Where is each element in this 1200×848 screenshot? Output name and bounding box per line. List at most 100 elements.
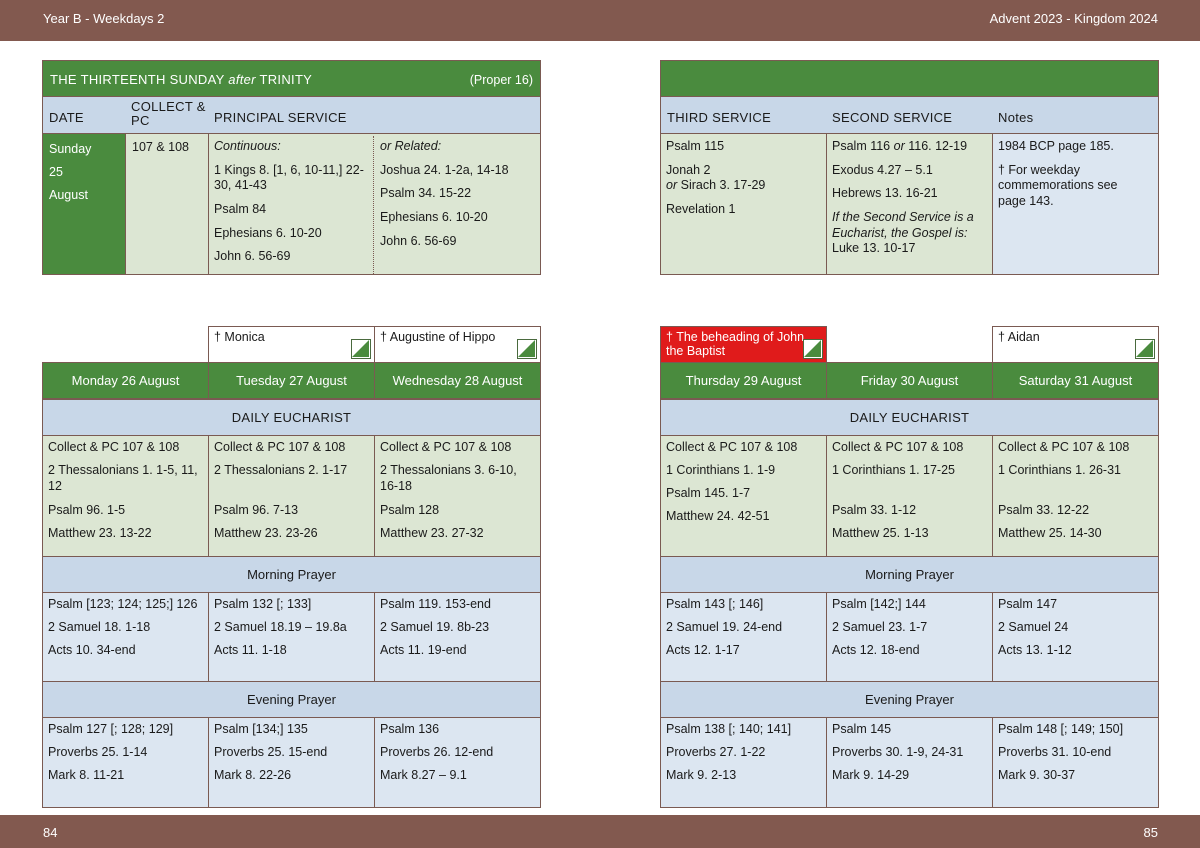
third-service-readings: Psalm 115 Jonah 2 or Sirach 3. 17-29 Rev… (666, 139, 821, 226)
commemoration-marker-icon (517, 339, 537, 359)
evening-reading: Psalm 127 [; 128; 129] (48, 722, 174, 736)
third-nt: Revelation 1 (666, 201, 736, 216)
continuous-reading-1: 1 Kings 8. [1, 6, 10-11,] 22-30, 41-43 (214, 162, 364, 193)
eucharist-reading: Collect & PC 107 & 108 (832, 440, 964, 454)
morning-reading: 2 Samuel 18.19 – 19.8a (214, 620, 347, 634)
evening-reading: Psalm 148 [; 149; 150] (998, 722, 1124, 736)
continuous-reading-3: Ephesians 6. 10-20 (214, 225, 322, 240)
date-number: 25 (49, 165, 63, 179)
evening-prayer-label: Evening Prayer (865, 692, 954, 707)
eucharist-reading: Matthew 24. 42-51 (666, 509, 770, 523)
morning-prayer-label: Morning Prayer (247, 567, 336, 582)
page-footer: 84 85 (0, 815, 1200, 848)
morning-prayer-label: Morning Prayer (865, 567, 954, 582)
morning-reading: Psalm 147 (998, 597, 1058, 611)
commemoration-label: † Augustine of Hippo (380, 330, 496, 344)
second-nt: Hebrews 13. 16-21 (832, 186, 938, 201)
evening-reading: Proverbs 31. 10-end (998, 745, 1112, 759)
morning-reading: 2 Samuel 19. 24-end (666, 620, 783, 634)
morning-reading: Acts 11. 19-end (380, 643, 467, 657)
eucharist-reading: 2 Thessalonians 2. 1-17 (214, 463, 348, 477)
commemoration-label: † Aidan (998, 330, 1040, 344)
sunday-right-title-bar (660, 60, 1159, 97)
sunday-collect-cell: 107 & 108 (125, 133, 209, 275)
morning-reading: Acts 12. 1-17 (666, 643, 740, 657)
commemoration-marker-icon (351, 339, 371, 359)
date-month: August (49, 188, 88, 202)
eucharist-reading: 1 Corinthians 1. 17-25 (832, 463, 955, 477)
page-number-right: 85 (1143, 825, 1158, 840)
morning-reading: Acts 13. 1-12 (998, 643, 1072, 657)
eucharist-reading: Psalm 96. 7-13 (214, 503, 299, 517)
evening-reading: Mark 9. 2-13 (666, 768, 737, 782)
notes-text: 1984 BCP page 185. † For weekday commemo… (998, 139, 1148, 218)
eucharist-reading: Psalm 128 (380, 503, 440, 517)
sunday-table-right: THIRD SERVICE SECOND SERVICE Notes Psalm… (660, 60, 1159, 275)
morning-reading: 2 Samuel 24 (998, 620, 1069, 634)
day-name: Monday 26 August (71, 373, 180, 388)
day-name: Saturday 31 August (1018, 373, 1133, 388)
second-ot: Exodus 4.27 – 5.1 (832, 162, 933, 177)
continuous-reading-2: Psalm 84 (214, 201, 267, 216)
second-psalm: Psalm 116 or 116. 12-19 (832, 139, 968, 153)
eucharist-reading: Matthew 23. 27-32 (380, 526, 484, 540)
day-name: Friday 30 August (860, 373, 959, 388)
day-name: Tuesday 27 August (236, 373, 347, 388)
evening-reading: Proverbs 25. 1-14 (48, 745, 148, 759)
col-second-header: SECOND SERVICE (832, 110, 953, 125)
col-collect-header: COLLECT & PC (131, 99, 206, 129)
daily-eucharist-label: DAILY EUCHARIST (231, 410, 352, 425)
collect-value: 107 & 108 (132, 140, 189, 154)
eucharist-reading: Matthew 25. 14-30 (998, 526, 1102, 540)
morning-reading: Acts 11. 1-18 (214, 643, 287, 657)
eucharist-reading: 2 Thessalonians 3. 6-10, 16-18 (380, 463, 517, 493)
related-reading-3: Ephesians 6. 10-20 (380, 209, 488, 224)
weekday-table-right: † The beheading of John the Baptist Thurs… (660, 326, 1159, 808)
eucharist-reading: Psalm 96. 1-5 (48, 503, 126, 517)
related-reading-4: John 6. 56-69 (380, 233, 457, 248)
morning-reading: Psalm [142;] 144 (832, 597, 926, 611)
eucharist-reading: Psalm 33. 12-22 (998, 503, 1090, 517)
weekday-table-left: Monday 26 August Collect & PC 107 & 108 2 … (42, 326, 541, 808)
evening-reading: Psalm 136 (380, 722, 440, 736)
morning-reading: Psalm 132 [; 133] (214, 597, 312, 611)
evening-reading: Proverbs 26. 12-end (380, 745, 494, 759)
evening-reading: Mark 8.27 – 9.1 (380, 768, 467, 782)
related-label: or Related: (380, 139, 442, 153)
date-day: Sunday (49, 142, 92, 156)
third-ot-1: Jonah 2 (666, 162, 711, 177)
evening-reading: Mark 8. 11-21 (48, 768, 125, 782)
eucharist-reading: Collect & PC 107 & 108 (666, 440, 798, 454)
evening-reading: Psalm 138 [; 140; 141] (666, 722, 792, 736)
morning-reading: Psalm [123; 124; 125;] 126 (48, 597, 198, 611)
eucharist-reading: Psalm 145. 1-7 (666, 486, 751, 500)
sunday-date-cell: Sunday 25 August (42, 133, 126, 275)
header-right-title: Advent 2023 - Kingdom 2024 (989, 11, 1158, 26)
eucharist-reading: Matthew 25. 1-13 (832, 526, 929, 540)
note-commemorations: † For weekday commemorations see page 14… (998, 162, 1118, 208)
evening-reading: Psalm 145 (832, 722, 892, 736)
commemoration-marker-icon (803, 339, 823, 359)
eucharist-reading: Collect & PC 107 & 108 (998, 440, 1130, 454)
col-third-header: THIRD SERVICE (667, 110, 772, 125)
sunday-title-after: after (228, 72, 256, 87)
evening-reading: Proverbs 30. 1-9, 24-31 (832, 745, 964, 759)
evening-reading: Proverbs 25. 15-end (214, 745, 328, 759)
col-principal-header: PRINCIPAL SERVICE (214, 110, 347, 125)
continuous-label: Continuous: (214, 139, 281, 153)
third-ot-2: or Sirach 3. 17-29 (666, 178, 766, 193)
related-readings: or Related: Joshua 24. 1-2a, 14-18 Psalm… (380, 139, 535, 257)
eucharist-reading: 1 Corinthians 1. 1-9 (666, 463, 776, 477)
header-left-title: Year B - Weekdays 2 (43, 11, 165, 26)
eucharist-reading: Psalm 33. 1-12 (832, 503, 917, 517)
col-date-header: DATE (49, 110, 84, 125)
daily-eucharist-label: DAILY EUCHARIST (849, 410, 970, 425)
second-eucharist-note: If the Second Service is a Eucharist, th… (832, 209, 974, 240)
eucharist-reading: Matthew 23. 23-26 (214, 526, 318, 540)
note-bcp: 1984 BCP page 185. (998, 139, 1114, 153)
third-psalm: Psalm 115 (666, 139, 725, 153)
sunday-title: THE THIRTEENTH SUNDAY (50, 72, 225, 87)
page-number-left: 84 (43, 825, 58, 840)
commemoration-label: † The beheading of John the Baptist (666, 330, 805, 359)
evening-reading: Psalm [134;] 135 (214, 722, 308, 736)
